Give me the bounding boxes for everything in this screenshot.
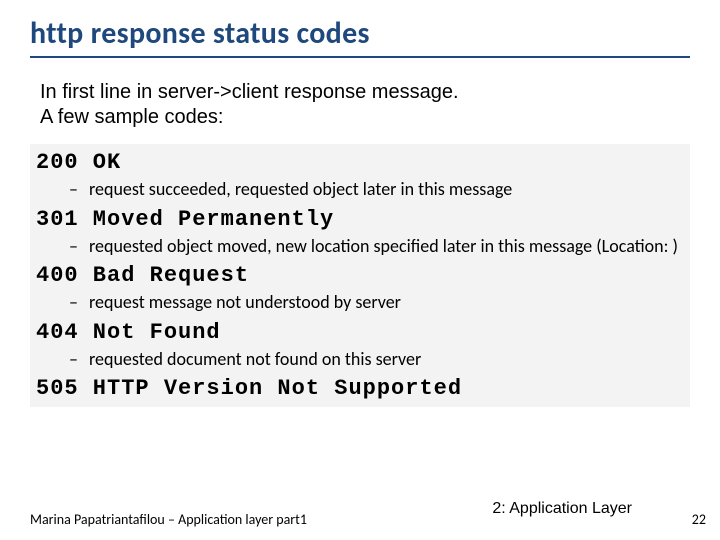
intro-line-1: In first line in server->client response… bbox=[40, 80, 680, 105]
status-desc: request succeeded, requested object late… bbox=[34, 175, 686, 207]
status-code: 200 OK bbox=[34, 150, 686, 175]
status-desc: requested document not found on this ser… bbox=[34, 345, 686, 377]
status-desc: request message not understood by server bbox=[34, 288, 686, 320]
status-code: 505 HTTP Version Not Supported bbox=[34, 376, 686, 401]
footer-left: Marina Papatriantafilou – Application la… bbox=[30, 511, 307, 528]
slide-title: http response status codes bbox=[30, 15, 690, 52]
slide: http response status codes In first line… bbox=[0, 0, 720, 540]
status-code: 404 Not Found bbox=[34, 320, 686, 345]
page-number: 22 bbox=[692, 511, 706, 528]
codes-block: 200 OK request succeeded, requested obje… bbox=[30, 144, 690, 407]
status-desc: requested object moved, new location spe… bbox=[34, 232, 686, 264]
status-code: 400 Bad Request bbox=[34, 263, 686, 288]
intro-line-2: A few sample codes: bbox=[40, 105, 680, 130]
intro-text: In first line in server->client response… bbox=[40, 80, 680, 130]
status-code: 301 Moved Permanently bbox=[34, 207, 686, 232]
title-underline bbox=[30, 56, 690, 58]
footer-right: 2: Application Layer bbox=[492, 500, 632, 518]
